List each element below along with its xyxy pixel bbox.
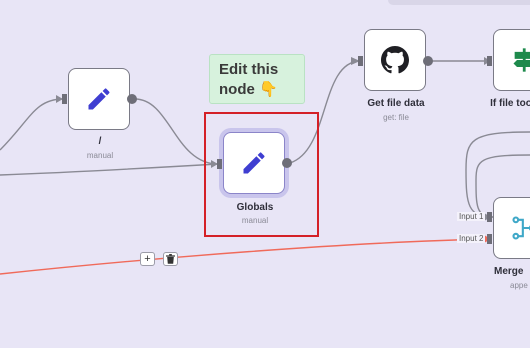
if-input-handle[interactable] (487, 56, 492, 66)
slash-input-handle[interactable] (62, 94, 67, 104)
trash-icon (166, 254, 175, 264)
add-node-button[interactable]: + (140, 252, 155, 266)
pencil-icon (88, 88, 110, 110)
merge-input1-handle[interactable] (487, 212, 492, 222)
getfile-input-handle[interactable] (358, 56, 363, 66)
merge-icon (512, 216, 530, 240)
github-icon (381, 46, 409, 74)
edge-left-to-globals (0, 163, 219, 176)
signpost-icon (513, 48, 530, 72)
node-slash[interactable] (68, 68, 130, 130)
delete-connection-button[interactable] (163, 252, 178, 266)
sticky-note[interactable]: Edit this node 👇 (209, 54, 305, 104)
node-merge-subtitle: appe (510, 281, 528, 290)
node-slash-subtitle: manual (86, 151, 114, 160)
getfile-output-handle[interactable] (423, 56, 433, 66)
merge-input1-label: Input 1 (457, 212, 486, 221)
node-slash-title: / (98, 136, 102, 147)
node-if-file[interactable] (493, 29, 530, 91)
node-get-file-data-subtitle: get: file (383, 113, 409, 122)
node-get-file-data-title: Get file data (367, 98, 425, 109)
slash-output-handle[interactable] (127, 94, 137, 104)
node-if-file-title: If file too (490, 98, 530, 109)
highlight-box (204, 112, 319, 237)
workflow-canvas[interactable]: / manual Edit this node 👇 Globals manual… (0, 0, 530, 348)
merge-input2-label: Input 2 (457, 234, 486, 243)
edge-error-to-merge (0, 238, 491, 275)
node-merge-title: Merge (494, 266, 524, 277)
merge-input2-handle[interactable] (487, 234, 492, 244)
node-merge[interactable] (493, 197, 530, 259)
node-get-file-data[interactable] (364, 29, 426, 91)
